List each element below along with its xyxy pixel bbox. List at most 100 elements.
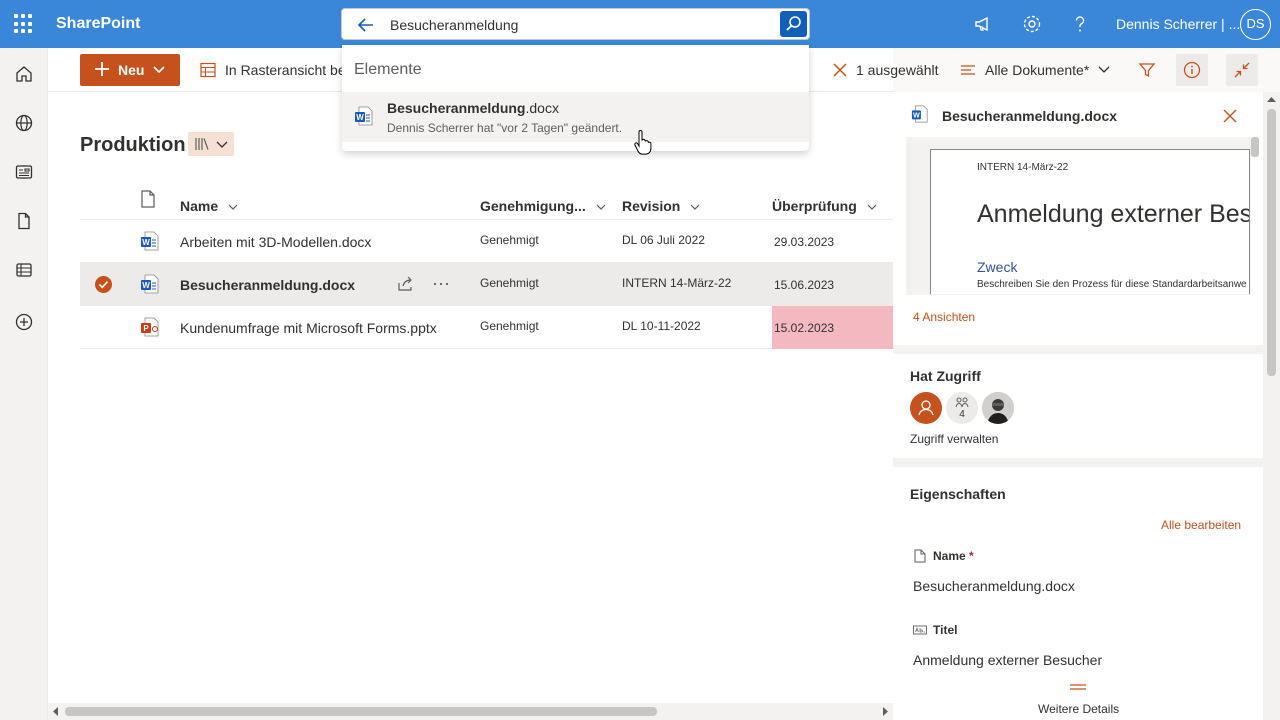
search-box[interactable]: [341, 8, 810, 40]
details-panel: W Besucheranmeldung.docx INTERN 14-März-…: [893, 92, 1280, 720]
selected-count: 1 ausgewählt: [856, 62, 939, 78]
grid-view-icon[interactable]: [200, 62, 216, 78]
edit-all-link[interactable]: Alle bearbeiten: [1161, 518, 1241, 532]
library-icon: [195, 138, 209, 150]
globe-icon[interactable]: [14, 113, 34, 133]
horizontal-scroll-thumb[interactable]: [65, 707, 657, 716]
row-checkbox[interactable]: [95, 276, 112, 293]
news-icon[interactable]: [14, 162, 34, 182]
svg-text:W: W: [913, 111, 920, 120]
arrow-left-icon[interactable]: [356, 15, 376, 35]
preview-heading: Anmeldung externer Besu: [977, 200, 1250, 228]
info-icon: [1183, 61, 1201, 79]
title-property-value[interactable]: Anmeldung externer Besucher: [913, 652, 1102, 668]
info-button[interactable]: [1176, 54, 1208, 86]
preview-scroll-thumb[interactable]: [1251, 137, 1259, 157]
person-icon: [918, 400, 934, 416]
chevron-down-icon[interactable]: [1098, 65, 1110, 75]
preview-header: INTERN 14-März-22: [977, 162, 1069, 173]
chevron-down-icon: [153, 66, 165, 74]
file-type-column-icon[interactable]: [140, 190, 156, 208]
row-review: 29.03.2023: [774, 235, 835, 249]
waffle-icon[interactable]: [14, 14, 34, 34]
library-title: Produktion: [80, 134, 186, 156]
column-header-review[interactable]: Überprüfung: [772, 198, 877, 218]
user-photo-avatar[interactable]: [982, 392, 1014, 424]
close-icon[interactable]: [832, 62, 848, 78]
view-count[interactable]: 4 Ansichten: [913, 310, 975, 324]
suggestion-title-ext: .docx: [525, 100, 559, 116]
title-property-label: Titel: [933, 623, 958, 637]
user-name[interactable]: Dennis Scherrer | ...: [1116, 16, 1240, 32]
search-suggestions-dropdown: Elemente W Besucheranmeldung.docx Dennis…: [342, 45, 809, 151]
chevron-down-icon: [867, 204, 877, 211]
suggestion-item[interactable]: W Besucheranmeldung.docx Dennis Scherrer…: [342, 92, 809, 142]
column-header-name-label: Name: [180, 198, 219, 214]
file-preview-card: W Besucheranmeldung.docx INTERN 14-März-…: [893, 92, 1263, 345]
column-header-approval[interactable]: Genehmigung...: [480, 198, 606, 218]
question-icon[interactable]: [1068, 12, 1092, 36]
owner-avatar[interactable]: [910, 392, 942, 424]
search-input[interactable]: [390, 15, 770, 35]
home-icon[interactable]: [14, 64, 34, 84]
scroll-left-icon[interactable]: [52, 707, 60, 716]
new-button[interactable]: Neu: [80, 54, 180, 86]
view-switcher[interactable]: Alle Dokumente*: [985, 62, 1089, 78]
suggestion-title-match: Besucheranmeldung: [387, 100, 526, 116]
document-preview[interactable]: INTERN 14-März-22 Anmeldung externer Bes…: [930, 149, 1250, 294]
manage-access-link[interactable]: Zugriff verwalten: [910, 432, 998, 446]
gear-icon[interactable]: [1020, 12, 1044, 36]
search-button[interactable]: [780, 11, 807, 37]
more-options-icon[interactable]: [432, 275, 450, 293]
scroll-right-icon[interactable]: [881, 707, 889, 716]
drag-handle-icon[interactable]: [1070, 684, 1086, 690]
properties-card: Eigenschaften Alle bearbeiten Name * Bes…: [893, 467, 1263, 720]
row-approval: Genehmigt: [480, 233, 539, 247]
row-name[interactable]: Kundenumfrage mit Microsoft Forms.pptx: [180, 320, 437, 336]
name-label-text: Name: [933, 549, 966, 563]
access-card: Hat Zugriff 4 Zugriff verwalten: [893, 354, 1263, 458]
suggestion-subtitle: Dennis Scherrer hat "vor 2 Tagen" geände…: [387, 121, 623, 135]
table-row-selected[interactable]: W Besucheranmeldung.docx Genehmigt INTER…: [80, 263, 893, 306]
grid-view-button[interactable]: In Rasteransicht be: [225, 62, 346, 78]
list-icon[interactable]: [14, 260, 34, 280]
checkmark-icon: [98, 281, 109, 289]
group-avatar[interactable]: 4: [946, 392, 978, 424]
document-icon[interactable]: [14, 211, 34, 231]
add-circle-icon[interactable]: [14, 312, 34, 332]
column-header-revision-label: Revision: [622, 198, 681, 214]
panel-vertical-scrollbar[interactable]: [1263, 92, 1280, 720]
table-row[interactable]: P Kundenumfrage mit Microsoft Forms.pptx…: [80, 306, 893, 349]
collapse-button[interactable]: [1226, 54, 1258, 86]
more-details-link[interactable]: Weitere Details: [1038, 702, 1119, 716]
row-name[interactable]: Arbeiten mit 3D-Modellen.docx: [180, 234, 371, 250]
panel-title: Besucheranmeldung.docx: [942, 108, 1118, 124]
column-header-review-label: Überprüfung: [772, 198, 857, 214]
row-revision: INTERN 14-März-22: [622, 276, 732, 290]
column-header-name[interactable]: Name: [180, 198, 238, 218]
svg-text:P: P: [143, 324, 149, 333]
row-revision: DL 10-11-2022: [622, 319, 701, 333]
library-view-button[interactable]: [188, 132, 234, 156]
close-icon[interactable]: [1222, 108, 1238, 124]
properties-title: Eigenschaften: [910, 486, 1006, 502]
user-avatar[interactable]: DS: [1240, 9, 1271, 40]
people-icon: [955, 397, 969, 408]
app-name[interactable]: SharePoint: [56, 15, 140, 33]
table-row[interactable]: W Arbeiten mit 3D-Modellen.docx Genehmig…: [80, 220, 893, 263]
share-icon[interactable]: [396, 275, 414, 293]
filter-icon[interactable]: [1138, 61, 1156, 79]
row-name[interactable]: Besucheranmeldung.docx: [180, 277, 355, 293]
scroll-up-icon[interactable]: [1267, 96, 1276, 104]
horizontal-scrollbar[interactable]: [48, 703, 893, 720]
powerpoint-file-icon: P: [141, 317, 159, 337]
word-file-icon: W: [141, 274, 159, 294]
column-header-approval-label: Genehmigung...: [480, 198, 586, 214]
megaphone-icon[interactable]: [972, 12, 996, 36]
name-property-label: Name *: [933, 549, 974, 563]
row-revision: DL 06 Juli 2022: [622, 233, 705, 247]
column-header-revision[interactable]: Revision: [622, 198, 700, 218]
panel-scroll-thumb[interactable]: [1267, 109, 1276, 376]
name-property-value[interactable]: Besucheranmeldung.docx: [913, 578, 1075, 594]
preview-section: Zweck: [977, 259, 1018, 275]
